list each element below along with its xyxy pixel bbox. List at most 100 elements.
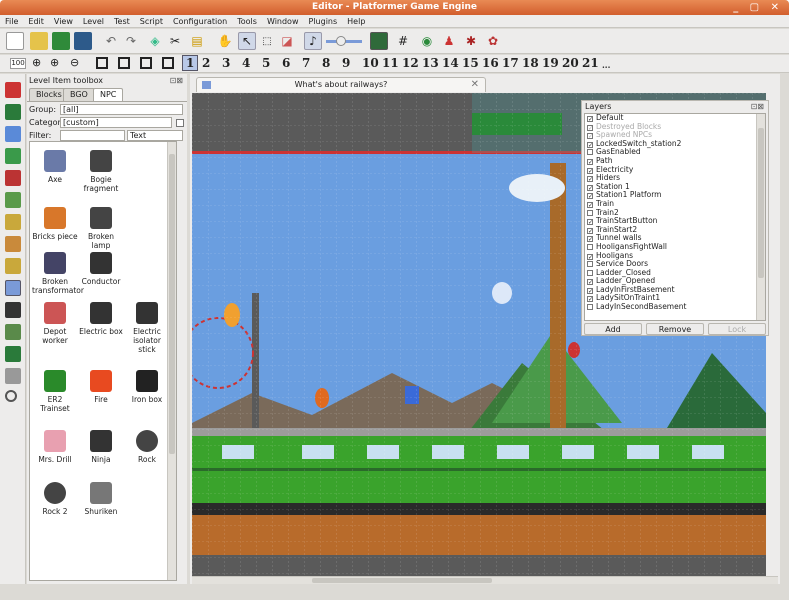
layer-visibility-checkbox[interactable]: ✓: [587, 219, 593, 226]
canvas-horizontal-scrollbar[interactable]: [192, 576, 778, 584]
section-9-button[interactable]: 9: [342, 56, 350, 70]
section-14-button[interactable]: 14: [442, 56, 459, 70]
zoom-field[interactable]: 100: [10, 58, 26, 69]
section-5-button[interactable]: 5: [262, 56, 270, 70]
toolbox-float-close-icon[interactable]: ⊡⊠: [170, 76, 183, 85]
section-18-button[interactable]: 18: [522, 56, 539, 70]
section-16-button[interactable]: 16: [482, 56, 499, 70]
close-document-icon[interactable]: ✕: [471, 78, 479, 92]
select-cursor-icon[interactable]: ↖: [238, 32, 256, 50]
layer-visibility-checkbox[interactable]: ✓: [587, 133, 593, 140]
section-settings-icon[interactable]: [370, 32, 388, 50]
layer-visibility-checkbox[interactable]: ✓: [587, 287, 593, 294]
npc-item-iron-box[interactable]: Iron box: [124, 370, 170, 404]
bugs-icon[interactable]: ✿: [484, 32, 502, 50]
doors-icon[interactable]: [5, 126, 21, 142]
layer-visibility-checkbox[interactable]: [587, 304, 593, 311]
section-21-button[interactable]: 21: [582, 56, 599, 70]
zoom-reset-icon[interactable]: ⊕: [32, 56, 41, 69]
fill-icon[interactable]: [5, 258, 21, 274]
player1-start-icon[interactable]: [5, 82, 21, 98]
rect-select-icon[interactable]: ⬚: [258, 32, 276, 50]
layer-item[interactable]: LadyInSecondBasement: [585, 302, 765, 312]
tab-npc[interactable]: NPC: [93, 88, 124, 101]
add-layer-button[interactable]: Add: [584, 323, 642, 335]
resize-block-icon[interactable]: [118, 57, 130, 69]
section-15-button[interactable]: 15: [462, 56, 479, 70]
debugger-icon[interactable]: ✱: [462, 32, 480, 50]
save-icon[interactable]: [52, 32, 70, 50]
bucket-icon[interactable]: [5, 236, 21, 252]
npc-item-mrs-drill[interactable]: Mrs. Drill: [32, 430, 78, 464]
zoom-in-icon[interactable]: ⊕: [50, 56, 59, 69]
eraser-icon[interactable]: ◪: [278, 32, 296, 50]
window-controls[interactable]: _ ▢ ✕: [733, 0, 783, 15]
menu-view[interactable]: View: [49, 15, 78, 28]
npc-item-ninja[interactable]: Ninja: [78, 430, 124, 464]
zoom-out-icon[interactable]: ⊖: [70, 56, 79, 69]
events-icon[interactable]: [5, 170, 21, 186]
background-icon[interactable]: [5, 302, 21, 318]
layer-visibility-checkbox[interactable]: ✓: [587, 116, 593, 123]
layers-icon[interactable]: [5, 324, 21, 340]
menu-test[interactable]: Test: [109, 15, 135, 28]
layer-visibility-checkbox[interactable]: ✓: [587, 296, 593, 303]
section-icon[interactable]: [5, 346, 21, 362]
npc-item-depot-worker[interactable]: Depot worker: [32, 302, 78, 345]
hand-icon[interactable]: ✋: [216, 32, 234, 50]
section-12-button[interactable]: 12: [402, 56, 419, 70]
layer-visibility-checkbox[interactable]: ✓: [587, 176, 593, 183]
remove-layer-button[interactable]: Remove: [646, 323, 704, 335]
volume-slider-thumb[interactable]: [336, 36, 346, 46]
layer-visibility-checkbox[interactable]: ✓: [587, 167, 593, 174]
menu-script[interactable]: Script: [135, 15, 168, 28]
resize-npc-icon[interactable]: [162, 57, 174, 69]
section-19-button[interactable]: 19: [542, 56, 559, 70]
player2-start-icon[interactable]: [5, 104, 21, 120]
undo-icon[interactable]: ↶: [102, 32, 120, 50]
npc-item-rock-2[interactable]: Rock 2: [32, 482, 78, 516]
npc-list-scrollbar[interactable]: [167, 142, 176, 580]
grid-icon[interactable]: #: [394, 32, 412, 50]
menu-file[interactable]: File: [0, 15, 23, 28]
tab-bgo[interactable]: BGO: [63, 88, 95, 101]
npc-item-broken-lamp[interactable]: Broken lamp: [78, 207, 124, 250]
layer-visibility-checkbox[interactable]: ✓: [587, 253, 593, 260]
magnifier-icon[interactable]: [5, 390, 17, 402]
section-3-button[interactable]: 3: [222, 56, 230, 70]
menu-tools[interactable]: Tools: [232, 15, 262, 28]
warp-icon[interactable]: [5, 148, 21, 164]
lock-layer-button[interactable]: Lock: [708, 323, 766, 335]
layer-visibility-checkbox[interactable]: ✓: [587, 193, 593, 200]
layer-visibility-checkbox[interactable]: [587, 261, 593, 268]
npc-item-electric-isolator-stick[interactable]: Electric isolator stick: [124, 302, 170, 354]
redo-icon[interactable]: ↷: [122, 32, 140, 50]
menu-window[interactable]: Window: [262, 15, 304, 28]
layer-visibility-checkbox[interactable]: ✓: [587, 201, 593, 208]
layer-visibility-checkbox[interactable]: ✓: [587, 124, 593, 131]
paste-icon[interactable]: ▤: [188, 32, 206, 50]
layer-visibility-checkbox[interactable]: ✓: [587, 184, 593, 191]
cut-icon[interactable]: ✂: [166, 32, 184, 50]
section-13-button[interactable]: 13: [422, 56, 439, 70]
npc-item-conductor[interactable]: Conductor: [78, 252, 124, 286]
section-20-button[interactable]: 20: [562, 56, 579, 70]
menu-level[interactable]: Level: [78, 15, 109, 28]
section-10-button[interactable]: 10: [362, 56, 379, 70]
tileset-icon[interactable]: [5, 280, 21, 296]
menu-help[interactable]: Help: [342, 15, 370, 28]
layer-visibility-checkbox[interactable]: [587, 149, 593, 156]
filter-input[interactable]: [60, 130, 125, 141]
filter-mode-select[interactable]: Text: [127, 130, 183, 141]
menu-configuration[interactable]: Configuration: [168, 15, 232, 28]
npc-item-shuriken[interactable]: Shuriken: [78, 482, 124, 516]
document-tab[interactable]: What's about railways? ✕: [196, 77, 486, 92]
layer-visibility-checkbox[interactable]: [587, 209, 593, 216]
save-as-icon[interactable]: [74, 32, 92, 50]
resize-bgo-icon[interactable]: [140, 57, 152, 69]
section-8-button[interactable]: 8: [322, 56, 330, 70]
menu-edit[interactable]: Edit: [23, 15, 49, 28]
layer-visibility-checkbox[interactable]: [587, 243, 593, 250]
play-test-icon[interactable]: ◉: [418, 32, 436, 50]
layers-scrollbar[interactable]: [756, 114, 765, 320]
